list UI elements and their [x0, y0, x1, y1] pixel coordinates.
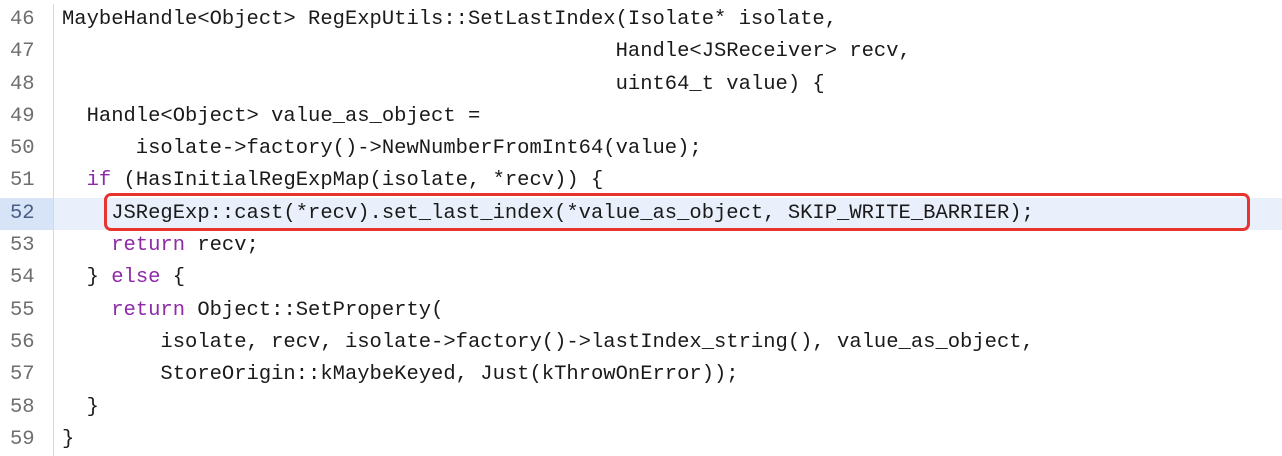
line-number[interactable]: 55: [0, 294, 54, 327]
line-number[interactable]: 47: [0, 36, 54, 69]
code-line-53: 53 return recv;: [0, 230, 1282, 263]
line-text: }: [62, 427, 75, 451]
code-line-49: 49 Handle<Object> value_as_object =: [0, 100, 1282, 134]
code-lines: 46 MaybeHandle<Object> RegExpUtils::SetL…: [0, 0, 1282, 456]
line-number[interactable]: 52: [0, 197, 54, 231]
line-number[interactable]: 57: [0, 359, 54, 392]
code-line-56: 56 isolate, recv, isolate->factory()->la…: [0, 326, 1282, 360]
line-rest: recv;: [185, 234, 259, 258]
code-line-47: 47 Handle<JSReceiver> recv,: [0, 36, 1282, 69]
code-viewer: 46 MaybeHandle<Object> RegExpUtils::SetL…: [0, 0, 1282, 456]
line-text: isolate, recv, isolate->factory()->lastI…: [62, 330, 1034, 354]
code-line-59: 59 }: [0, 423, 1282, 456]
line-text: MaybeHandle<Object> RegExpUtils::SetLast…: [62, 8, 838, 31]
line-number[interactable]: 58: [0, 391, 54, 424]
line-text: return recv;: [54, 230, 259, 262]
keyword-token: if: [86, 169, 112, 193]
keyword-token: return: [111, 234, 186, 258]
line-number[interactable]: 54: [0, 262, 54, 295]
line-rest: {: [160, 266, 186, 290]
line-text: if (HasInitialRegExpMap(isolate, *recv))…: [54, 165, 604, 197]
line-text: }: [62, 395, 99, 419]
line-number[interactable]: 50: [0, 133, 54, 166]
code-line-57: 57 StoreOrigin::kMaybeKeyed, Just(kThrow…: [0, 359, 1282, 392]
line-number[interactable]: 53: [0, 230, 54, 263]
keyword-token: return: [111, 298, 186, 322]
line-text: return Object::SetProperty(: [54, 295, 443, 327]
keyword-token: else: [111, 266, 161, 290]
line-rest: Object::SetProperty(: [185, 298, 444, 322]
code-line-48: 48 uint64_t value) {: [0, 68, 1282, 101]
code-line-50: 50 isolate->factory()->NewNumberFromInt6…: [0, 133, 1282, 166]
line-number[interactable]: 59: [0, 423, 54, 456]
line-indent: }: [62, 266, 112, 290]
line-number[interactable]: 48: [0, 68, 54, 101]
line-text: Handle<JSReceiver> recv,: [62, 40, 911, 64]
line-number[interactable]: 51: [0, 165, 54, 198]
line-text: isolate->factory()->NewNumberFromInt64(v…: [62, 137, 702, 161]
line-text: Handle<Object> value_as_object =: [62, 104, 481, 128]
line-rest: (HasInitialRegExpMap(isolate, *recv)) {: [111, 169, 604, 193]
line-number[interactable]: 46: [0, 4, 54, 37]
line-number[interactable]: 56: [0, 326, 54, 360]
line-text: uint64_t value) {: [62, 72, 825, 96]
code-line-51: 51 if (HasInitialRegExpMap(isolate, *rec…: [0, 165, 1282, 198]
code-line-46: 46 MaybeHandle<Object> RegExpUtils::SetL…: [0, 4, 1282, 37]
code-line-52-selected[interactable]: 52 JSRegExp::cast(*recv).set_last_index(…: [0, 197, 1282, 231]
line-text: StoreOrigin::kMaybeKeyed, Just(kThrowOnE…: [62, 363, 739, 387]
code-line-55: 55 return Object::SetProperty(: [0, 294, 1282, 327]
line-number[interactable]: 49: [0, 100, 54, 134]
line-text: } else {: [54, 262, 185, 294]
line-text: JSRegExp::cast(*recv).set_last_index(*va…: [62, 201, 1034, 225]
code-line-58: 58 }: [0, 391, 1282, 424]
code-line-54: 54 } else {: [0, 262, 1282, 295]
